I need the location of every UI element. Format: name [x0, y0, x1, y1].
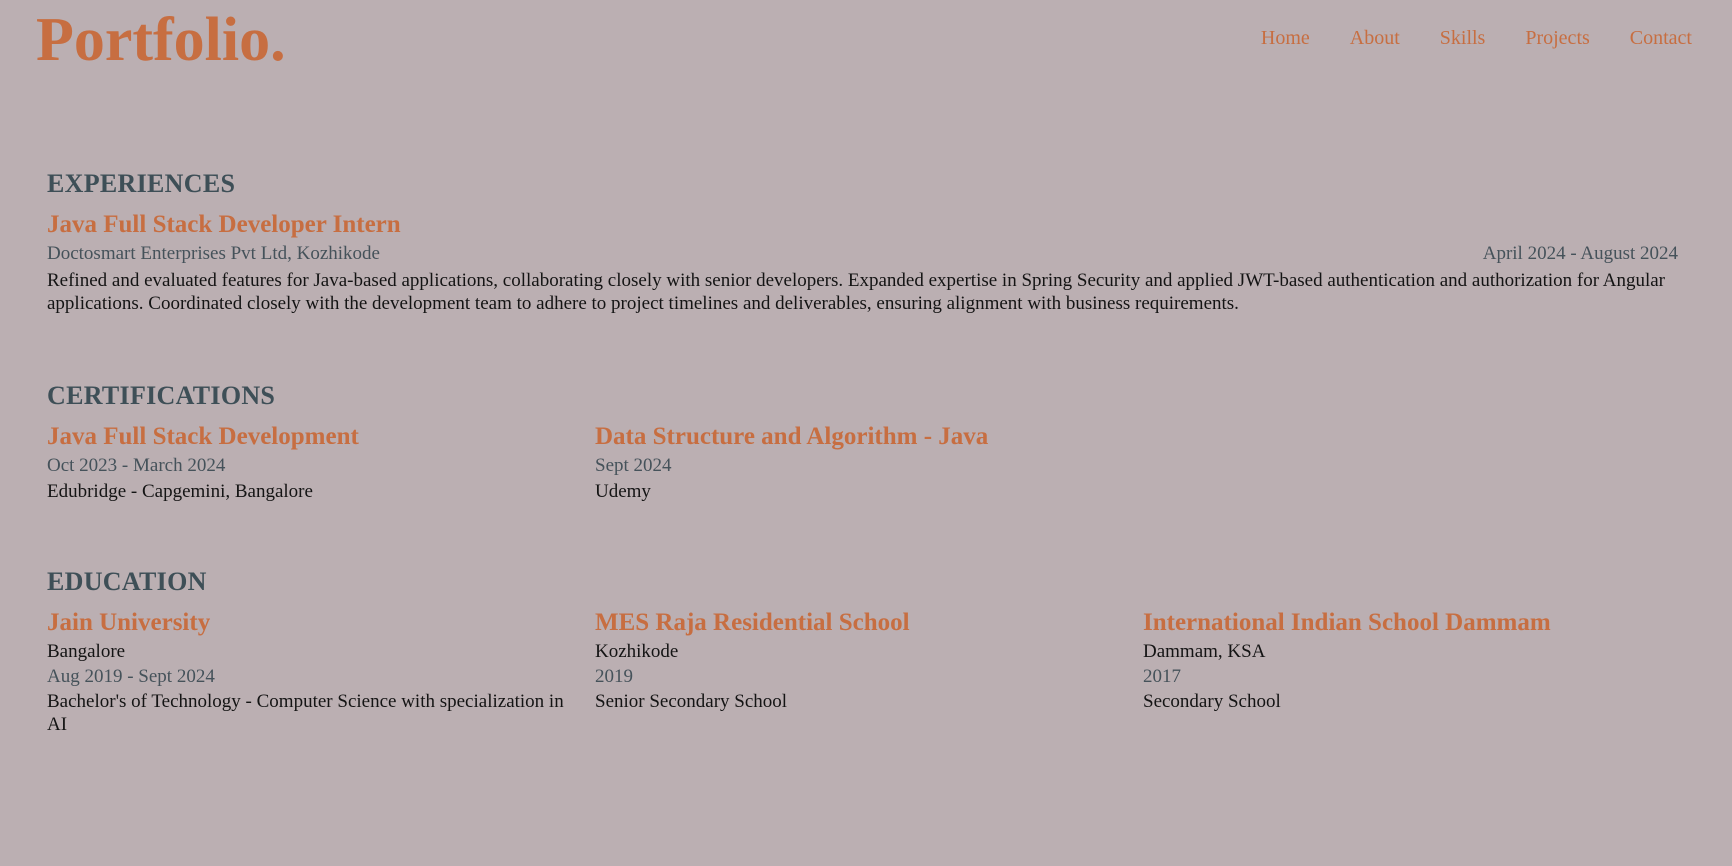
nav-link-projects[interactable]: Projects — [1525, 26, 1589, 50]
certification-name: Data Structure and Algorithm - Java — [595, 423, 989, 450]
experience-item: Java Full Stack Developer Intern Doctosm… — [47, 210, 1678, 315]
experience-meta-row: Doctosmart Enterprises Pvt Ltd, Kozhikod… — [47, 242, 1678, 266]
certification-item: Java Full Stack Development Oct 2023 - M… — [47, 422, 595, 504]
education-grid: Jain University Bangalore Aug 2019 - Sep… — [47, 608, 1691, 736]
certification-name: Java Full Stack Development — [47, 423, 359, 450]
nav-link-contact[interactable]: Contact — [1630, 26, 1692, 50]
section-title-experiences: EXPERIENCES — [47, 169, 236, 198]
education-degree: Senior Secondary School — [595, 691, 788, 712]
education-school: Jain University — [47, 609, 211, 636]
experiences-section: EXPERIENCES Java Full Stack Developer In… — [47, 168, 1678, 315]
experience-company: Doctosmart Enterprises Pvt Ltd, Kozhikod… — [47, 243, 380, 264]
main-nav: Home About Skills Projects Contact — [1261, 26, 1692, 50]
certification-dates: Oct 2023 - March 2024 — [47, 455, 226, 476]
nav-link-home[interactable]: Home — [1261, 26, 1310, 50]
education-location: Kozhikode — [595, 641, 679, 662]
education-item: International Indian School Dammam Damma… — [1143, 608, 1691, 736]
nav-link-skills[interactable]: Skills — [1440, 26, 1486, 50]
nav-link-about[interactable]: About — [1350, 26, 1400, 50]
education-item: MES Raja Residential School Kozhikode 20… — [595, 608, 1143, 736]
section-title-certifications: CERTIFICATIONS — [47, 381, 276, 410]
section-title-education: EDUCATION — [47, 567, 207, 596]
certification-dates: Sept 2024 — [595, 455, 672, 476]
education-location: Bangalore — [47, 641, 126, 662]
education-location: Dammam, KSA — [1143, 641, 1266, 662]
experience-dates: April 2024 - August 2024 — [1482, 243, 1678, 264]
education-school: MES Raja Residential School — [595, 609, 910, 636]
education-dates: 2017 — [1143, 666, 1181, 687]
site-logo[interactable]: Portfolio. — [36, 4, 286, 76]
education-section: EDUCATION Jain University Bangalore Aug … — [47, 566, 1691, 736]
certifications-section: CERTIFICATIONS Java Full Stack Developme… — [47, 380, 1143, 504]
site-header: Portfolio. Home About Skills Projects Co… — [0, 0, 1732, 80]
experience-description: Refined and evaluated features for Java-… — [47, 270, 1665, 314]
certification-item: Data Structure and Algorithm - Java Sept… — [595, 422, 1143, 504]
certification-issuer: Udemy — [595, 481, 651, 502]
education-dates: 2019 — [595, 666, 633, 687]
certification-issuer: Edubridge - Capgemini, Bangalore — [47, 481, 313, 502]
education-dates: Aug 2019 - Sept 2024 — [47, 666, 215, 687]
certifications-grid: Java Full Stack Development Oct 2023 - M… — [47, 422, 1143, 504]
education-school: International Indian School Dammam — [1143, 609, 1551, 636]
education-item: Jain University Bangalore Aug 2019 - Sep… — [47, 608, 595, 736]
experience-role: Java Full Stack Developer Intern — [47, 211, 401, 238]
education-degree: Bachelor's of Technology - Computer Scie… — [47, 691, 564, 735]
education-degree: Secondary School — [1143, 691, 1281, 712]
